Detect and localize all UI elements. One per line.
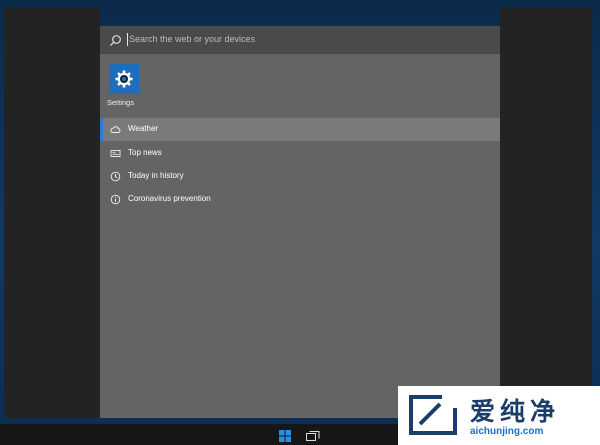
suggestion-weather[interactable]: Weather [100,118,500,141]
search-flyout [100,26,500,418]
settings-app-label: Settings [107,98,135,107]
search-input[interactable] [129,31,469,47]
suggestion-coronavirus-prevention[interactable]: Coronavirus prevention [100,188,500,211]
settings-gear-icon [115,70,133,88]
suggestion-top-news[interactable]: Top news [100,142,500,165]
newspaper-icon [110,150,121,157]
clock-icon [110,171,121,182]
info-icon [110,194,121,205]
text-caret [127,33,128,46]
watermark-logo-icon [409,395,457,435]
windows-start-icon[interactable] [279,430,291,442]
suggestion-label: Top news [128,148,162,157]
watermark-url: aichunjing.com [470,426,544,437]
search-icon [110,35,121,46]
desktop-right-panel [500,8,592,386]
suggestion-label: Coronavirus prevention [128,194,211,203]
settings-app-tile[interactable] [109,64,139,94]
suggestion-label: Weather [128,124,159,133]
watermark-text: 爱纯净 [470,397,561,426]
task-view-icon[interactable] [306,430,320,442]
suggestion-today-in-history[interactable]: Today in history [100,165,500,188]
suggestion-label: Today in history [128,171,184,180]
desktop-left-panel [4,8,100,418]
cloud-icon [110,126,121,133]
selection-accent [100,118,103,141]
